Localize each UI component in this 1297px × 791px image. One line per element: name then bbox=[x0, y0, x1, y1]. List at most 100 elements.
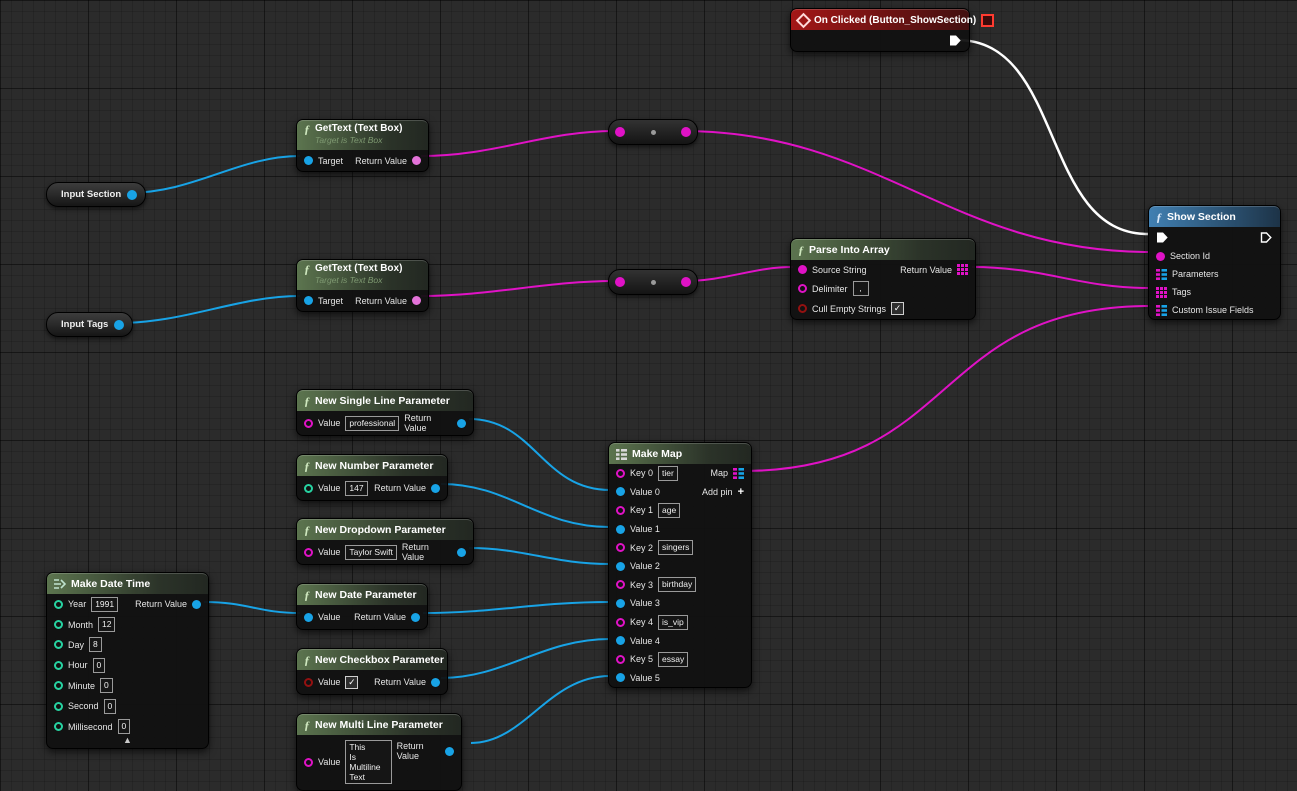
collapse-pins-button[interactable]: ▲ bbox=[123, 736, 132, 745]
exec-in-pin[interactable] bbox=[1156, 231, 1169, 244]
value-multiline-input[interactable]: This Is Multiline Text bbox=[345, 740, 391, 784]
node-new-checkbox-parameter[interactable]: ƒ New Checkbox Parameter Value ✓ Return … bbox=[296, 648, 448, 695]
exec-out-pin[interactable] bbox=[1260, 231, 1273, 244]
node-conversion-1[interactable] bbox=[608, 119, 698, 145]
second-pin[interactable] bbox=[54, 702, 63, 711]
map-pin-icon[interactable] bbox=[1156, 269, 1167, 280]
value-input[interactable]: Taylor Swift bbox=[345, 545, 396, 560]
key0-input[interactable]: tier bbox=[658, 466, 678, 481]
millisecond-pin[interactable] bbox=[54, 722, 63, 731]
wire-gettext2-reroute2[interactable] bbox=[421, 281, 614, 296]
node-make-date-time[interactable]: Make Date Time Year 1991 Return Value Mo… bbox=[46, 572, 209, 749]
wire-inputtags-gettext[interactable] bbox=[119, 296, 300, 323]
node-new-number-parameter[interactable]: ƒ New Number Parameter Value 147 Return … bbox=[296, 454, 448, 501]
key1-input[interactable]: age bbox=[658, 503, 680, 518]
month-pin[interactable] bbox=[54, 620, 63, 629]
node-show-section[interactable]: ƒ Show Section Section Id Parameters bbox=[1148, 205, 1281, 320]
wire-inputsection-gettext[interactable] bbox=[127, 156, 300, 193]
millisecond-input[interactable]: 0 bbox=[118, 719, 131, 734]
return-value-pin[interactable] bbox=[445, 747, 454, 756]
hour-input[interactable]: 0 bbox=[93, 658, 106, 673]
value0-pin[interactable] bbox=[616, 487, 625, 496]
hour-pin[interactable] bbox=[54, 661, 63, 670]
output-pin[interactable] bbox=[114, 320, 124, 330]
year-pin[interactable] bbox=[54, 600, 63, 609]
blueprint-graph-canvas[interactable]: On Clicked (Button_ShowSection) ƒ GetTex… bbox=[0, 0, 1297, 791]
array-pin-icon[interactable] bbox=[1156, 287, 1167, 298]
output-pin[interactable] bbox=[127, 190, 137, 200]
value-input[interactable]: 147 bbox=[345, 481, 367, 496]
value-pin[interactable] bbox=[304, 758, 313, 767]
wire-makemap-customfields[interactable] bbox=[742, 306, 1150, 471]
key4-input[interactable]: is_vip bbox=[658, 615, 688, 630]
value-pin[interactable] bbox=[304, 548, 313, 557]
wire-reroute2-parse[interactable] bbox=[682, 267, 793, 281]
value-pin[interactable] bbox=[304, 484, 313, 493]
minute-input[interactable]: 0 bbox=[100, 678, 113, 693]
node-new-dropdown-parameter[interactable]: ƒ New Dropdown Parameter Value Taylor Sw… bbox=[296, 518, 474, 565]
value-input[interactable]: professional bbox=[345, 416, 399, 431]
node-gettext-tags[interactable]: ƒ GetText (Text Box) Target is Text Box … bbox=[296, 259, 429, 312]
section-id-pin[interactable] bbox=[1156, 252, 1165, 261]
delimiter-input[interactable]: , bbox=[853, 281, 869, 296]
minute-pin[interactable] bbox=[54, 681, 63, 690]
key5-input[interactable]: essay bbox=[658, 652, 688, 667]
value3-pin[interactable] bbox=[616, 599, 625, 608]
month-input[interactable]: 12 bbox=[98, 617, 115, 632]
return-value-pin[interactable] bbox=[457, 548, 466, 557]
node-variable-input-section[interactable]: Input Section bbox=[46, 182, 146, 207]
return-value-pin[interactable] bbox=[412, 156, 421, 165]
key2-input[interactable]: singers bbox=[658, 540, 693, 555]
year-input[interactable]: 1991 bbox=[91, 597, 118, 612]
wire-singleline-value0[interactable] bbox=[469, 419, 610, 490]
key3-pin[interactable] bbox=[616, 580, 625, 589]
value-pin[interactable] bbox=[304, 678, 313, 687]
delimiter-pin[interactable] bbox=[798, 284, 807, 293]
day-pin[interactable] bbox=[54, 640, 63, 649]
wire-parse-tags[interactable] bbox=[972, 267, 1150, 288]
value-pin[interactable] bbox=[304, 419, 313, 428]
wire-date-value3[interactable] bbox=[423, 602, 610, 613]
second-input[interactable]: 0 bbox=[104, 699, 117, 714]
key1-pin[interactable] bbox=[616, 506, 625, 515]
node-conversion-2[interactable] bbox=[608, 269, 698, 295]
node-new-date-parameter[interactable]: ƒ New Date Parameter Value Return Value bbox=[296, 583, 428, 630]
map-output-pin[interactable] bbox=[733, 468, 744, 479]
node-gettext-section[interactable]: ƒ GetText (Text Box) Target is Text Box … bbox=[296, 119, 429, 172]
target-pin[interactable] bbox=[304, 156, 313, 165]
return-value-pin[interactable] bbox=[411, 613, 420, 622]
wire-exec-onclicked-showsection[interactable] bbox=[957, 40, 1148, 234]
wire-gettext1-reroute1[interactable] bbox=[421, 131, 614, 156]
day-input[interactable]: 8 bbox=[89, 637, 102, 652]
add-pin-button[interactable]: Add pin + bbox=[702, 486, 744, 498]
cull-empty-strings-pin[interactable] bbox=[798, 304, 807, 313]
cull-empty-strings-checkbox[interactable]: ✓ bbox=[891, 302, 904, 315]
node-new-multi-line-parameter[interactable]: ƒ New Multi Line Parameter Value This Is… bbox=[296, 713, 462, 791]
output-pin[interactable] bbox=[681, 127, 691, 137]
return-value-pin[interactable] bbox=[431, 678, 440, 687]
source-string-pin[interactable] bbox=[798, 265, 807, 274]
delegate-pin[interactable] bbox=[981, 14, 994, 27]
input-pin[interactable] bbox=[615, 127, 625, 137]
value5-pin[interactable] bbox=[616, 673, 625, 682]
wire-makedatetime-datevalue[interactable] bbox=[204, 602, 300, 613]
output-pin[interactable] bbox=[681, 277, 691, 287]
return-value-pin[interactable] bbox=[457, 419, 466, 428]
exec-out-pin[interactable] bbox=[949, 34, 962, 47]
wire-checkbox-value4[interactable] bbox=[441, 639, 610, 678]
array-pin-icon[interactable] bbox=[957, 264, 968, 275]
value-pin[interactable] bbox=[304, 613, 313, 622]
key0-pin[interactable] bbox=[616, 469, 625, 478]
input-pin[interactable] bbox=[615, 277, 625, 287]
wire-dropdown-value2[interactable] bbox=[469, 548, 610, 564]
key2-pin[interactable] bbox=[616, 543, 625, 552]
key3-input[interactable]: birthday bbox=[658, 577, 696, 592]
target-pin[interactable] bbox=[304, 296, 313, 305]
key5-pin[interactable] bbox=[616, 655, 625, 664]
node-variable-input-tags[interactable]: Input Tags bbox=[46, 312, 133, 337]
return-value-pin[interactable] bbox=[431, 484, 440, 493]
node-parse-into-array[interactable]: ƒ Parse Into Array Source String Return … bbox=[790, 238, 976, 320]
value1-pin[interactable] bbox=[616, 525, 625, 534]
wire-multiline-value5[interactable] bbox=[471, 676, 610, 743]
value2-pin[interactable] bbox=[616, 562, 625, 571]
